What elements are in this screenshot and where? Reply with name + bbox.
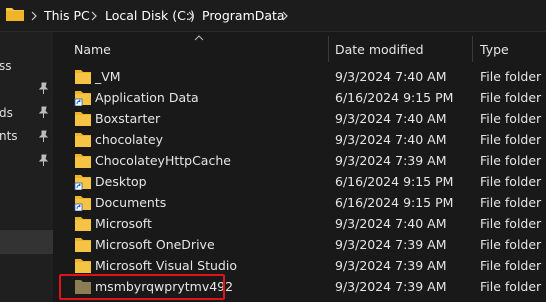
date-modified: 9/3/2024 7:39 AM [335, 279, 447, 294]
nav-item-label[interactable]: ds [0, 106, 13, 120]
file-type: File folder [480, 111, 542, 126]
list-item[interactable]: Application Data 6/16/2024 9:15 PM File fo… [53, 87, 546, 108]
list-item[interactable]: Boxstarter 9/3/2024 7:40 AM File folder [53, 108, 546, 129]
pin-icon[interactable] [37, 154, 50, 167]
column-header-date[interactable]: Date modified [335, 42, 424, 57]
date-modified: 9/3/2024 7:40 AM [335, 132, 447, 147]
column-header-row: Name Date modified Type [53, 32, 546, 62]
pin-icon[interactable] [37, 130, 50, 143]
file-name[interactable]: Documents [95, 195, 166, 210]
file-type: File folder [480, 216, 542, 231]
breadcrumb-local-disk[interactable]: Local Disk (C:) [105, 7, 195, 25]
pin-icon[interactable] [37, 106, 50, 119]
folder-icon [74, 152, 92, 169]
date-modified: 9/3/2024 7:39 AM [335, 237, 447, 252]
date-modified: 6/16/2024 9:15 PM [335, 90, 454, 105]
file-type: File folder [480, 279, 542, 294]
breadcrumb-this-pc[interactable]: This PC [44, 7, 90, 25]
date-modified: 9/3/2024 7:40 AM [335, 216, 447, 231]
navigation-pane: ss ds nts [0, 32, 53, 302]
nav-item-label[interactable]: nts [0, 129, 18, 143]
list-item[interactable]: Microsoft 9/3/2024 7:40 AM File folder [53, 213, 546, 234]
list-item[interactable]: chocolatey 9/3/2024 7:40 AM File folder [53, 129, 546, 150]
file-name[interactable]: Microsoft OneDrive [95, 237, 215, 252]
folder-icon [74, 236, 92, 253]
sort-up-icon [194, 35, 204, 41]
column-divider[interactable] [328, 36, 329, 62]
folder-icon [74, 68, 92, 85]
file-list: Name Date modified Type _VM 9/3/2024 7:40… [53, 32, 546, 302]
chevron-right-icon[interactable] [280, 8, 290, 24]
date-modified: 9/3/2024 7:39 AM [335, 258, 447, 273]
list-item[interactable]: Documents 6/16/2024 9:15 PM File folder [53, 192, 546, 213]
folder-icon [6, 8, 24, 21]
date-modified: 9/3/2024 7:40 AM [335, 111, 447, 126]
folder-icon [74, 131, 92, 148]
pin-icon[interactable] [37, 82, 50, 95]
file-type: File folder [480, 174, 542, 189]
chevron-right-icon[interactable] [89, 8, 99, 24]
date-modified: 9/3/2024 7:39 AM [335, 153, 447, 168]
list-item[interactable]: Desktop 6/16/2024 9:15 PM File folder [53, 171, 546, 192]
shortcut-folder-icon [74, 173, 92, 191]
breadcrumb-programdata[interactable]: ProgramData [202, 7, 285, 25]
file-name[interactable]: ChocolateyHttpCache [95, 153, 231, 168]
date-modified: 6/16/2024 9:15 PM [335, 195, 454, 210]
nav-item-label[interactable]: ss [0, 59, 12, 73]
list-item[interactable]: ChocolateyHttpCache 9/3/2024 7:39 AM File … [53, 150, 546, 171]
file-name[interactable]: _VM [95, 69, 121, 84]
shortcut-folder-icon [74, 89, 92, 107]
column-header-type[interactable]: Type [480, 42, 509, 57]
file-type: File folder [480, 132, 542, 147]
date-modified: 9/3/2024 7:40 AM [335, 69, 447, 84]
file-name[interactable]: Application Data [95, 90, 199, 105]
file-type: File folder [480, 153, 542, 168]
folder-icon [74, 257, 92, 274]
file-name[interactable]: Desktop [95, 174, 147, 189]
file-type: File folder [480, 69, 542, 84]
date-modified: 6/16/2024 9:15 PM [335, 174, 454, 189]
address-bar[interactable]: This PC Local Disk (C:) ProgramData [0, 0, 546, 32]
list-item[interactable]: Microsoft OneDrive 9/3/2024 7:39 AM File f… [53, 234, 546, 255]
file-type: File folder [480, 237, 542, 252]
shortcut-folder-icon [74, 194, 92, 212]
chevron-right-icon[interactable] [29, 8, 39, 24]
list-item[interactable]: _VM 9/3/2024 7:40 AM File folder [53, 66, 546, 87]
file-name[interactable]: Microsoft [95, 216, 152, 231]
file-type: File folder [480, 258, 542, 273]
file-type: File folder [480, 90, 542, 105]
folder-icon [74, 215, 92, 232]
column-header-name[interactable]: Name [74, 42, 111, 57]
file-name[interactable]: Boxstarter [95, 111, 160, 126]
file-name[interactable]: chocolatey [95, 132, 163, 147]
list-item[interactable]: Microsoft Visual Studio 9/3/2024 7:39 AM F… [53, 255, 546, 276]
column-divider[interactable] [472, 36, 473, 62]
folder-icon [74, 110, 92, 127]
file-type: File folder [480, 195, 542, 210]
chevron-right-icon[interactable] [186, 8, 196, 24]
nav-item-selected[interactable] [0, 230, 53, 254]
highlight-box [59, 274, 225, 300]
file-name[interactable]: Microsoft Visual Studio [95, 258, 237, 273]
